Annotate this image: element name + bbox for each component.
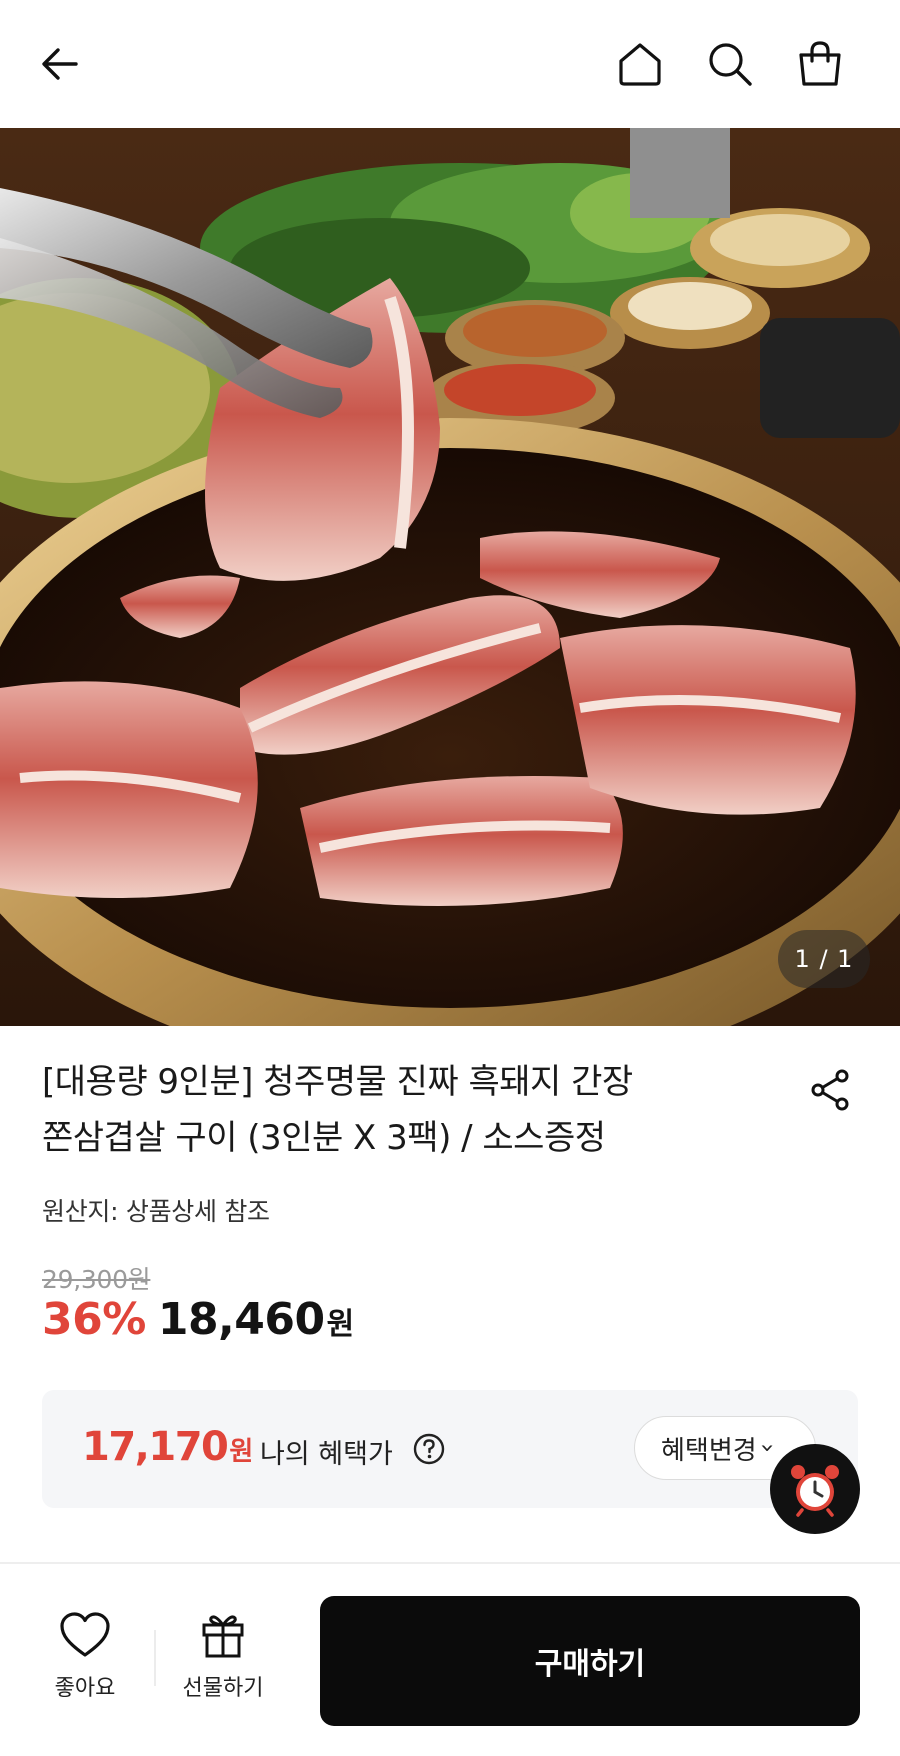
product-title-line2: 쫀삼겹살 구이 (3인분 X 3팩) / 소스증정 [42,1118,606,1158]
chevron-down-icon: › [753,1443,782,1453]
benefit-label: 나의 혜택가 [260,1439,393,1470]
alarm-clock-icon [791,1465,839,1517]
like-button[interactable]: 좋아요 [40,1610,130,1720]
sale-price-currency: 원 [326,1307,355,1342]
alarm-button[interactable] [770,1444,860,1534]
like-label: 좋아요 [54,1676,116,1701]
cart-button[interactable] [792,36,848,92]
search-button[interactable] [702,36,758,92]
gift-button[interactable]: 선물하기 [168,1610,278,1720]
back-arrow-icon [42,48,78,80]
original-price: 29,300원 [42,1265,151,1294]
question-circle-icon [413,1433,445,1465]
discount-rate: 36% [42,1294,146,1345]
back-button[interactable] [32,36,88,92]
share-button[interactable] [800,1060,860,1120]
product-image[interactable]: 1 / 1 [0,128,900,1026]
image-counter: 1 / 1 [778,930,870,988]
pork-belly-image [0,128,900,1026]
bottom-divider [0,1562,900,1564]
benefit-price-unit: 원 [229,1437,253,1467]
share-icon [811,1069,849,1111]
heart-icon [60,1612,110,1657]
bottom-separator [154,1630,156,1686]
top-app-bar [0,0,900,128]
benefit-price: 17,170 원 [82,1424,253,1470]
gift-label: 선물하기 [182,1676,264,1701]
sale-price: 18,460 [157,1294,325,1345]
product-title-line1: [대용량 9인분] 청주명물 진짜 흑돼지 간장 [42,1062,633,1102]
price-row: 36% 18,460 원 [42,1294,354,1354]
help-button[interactable] [412,1432,446,1466]
home-icon [619,43,661,86]
home-button[interactable] [612,36,668,92]
product-title: [대용량 9인분] 청주명물 진짜 흑돼지 간장 쫀삼겹살 구이 (3인분 X … [42,1054,742,1166]
shopping-bag-icon [799,41,841,86]
search-icon [709,43,752,86]
buy-button[interactable]: 구매하기 [320,1596,860,1726]
benefit-price-value: 17,170 [82,1424,229,1470]
origin-info: 원산지: 상품상세 참조 [42,1197,270,1226]
benefit-box: 17,170 원 나의 혜택가 혜택변경 › [42,1390,858,1508]
gift-icon [202,1615,244,1658]
benefit-change-label: 혜택변경 [661,1435,757,1466]
